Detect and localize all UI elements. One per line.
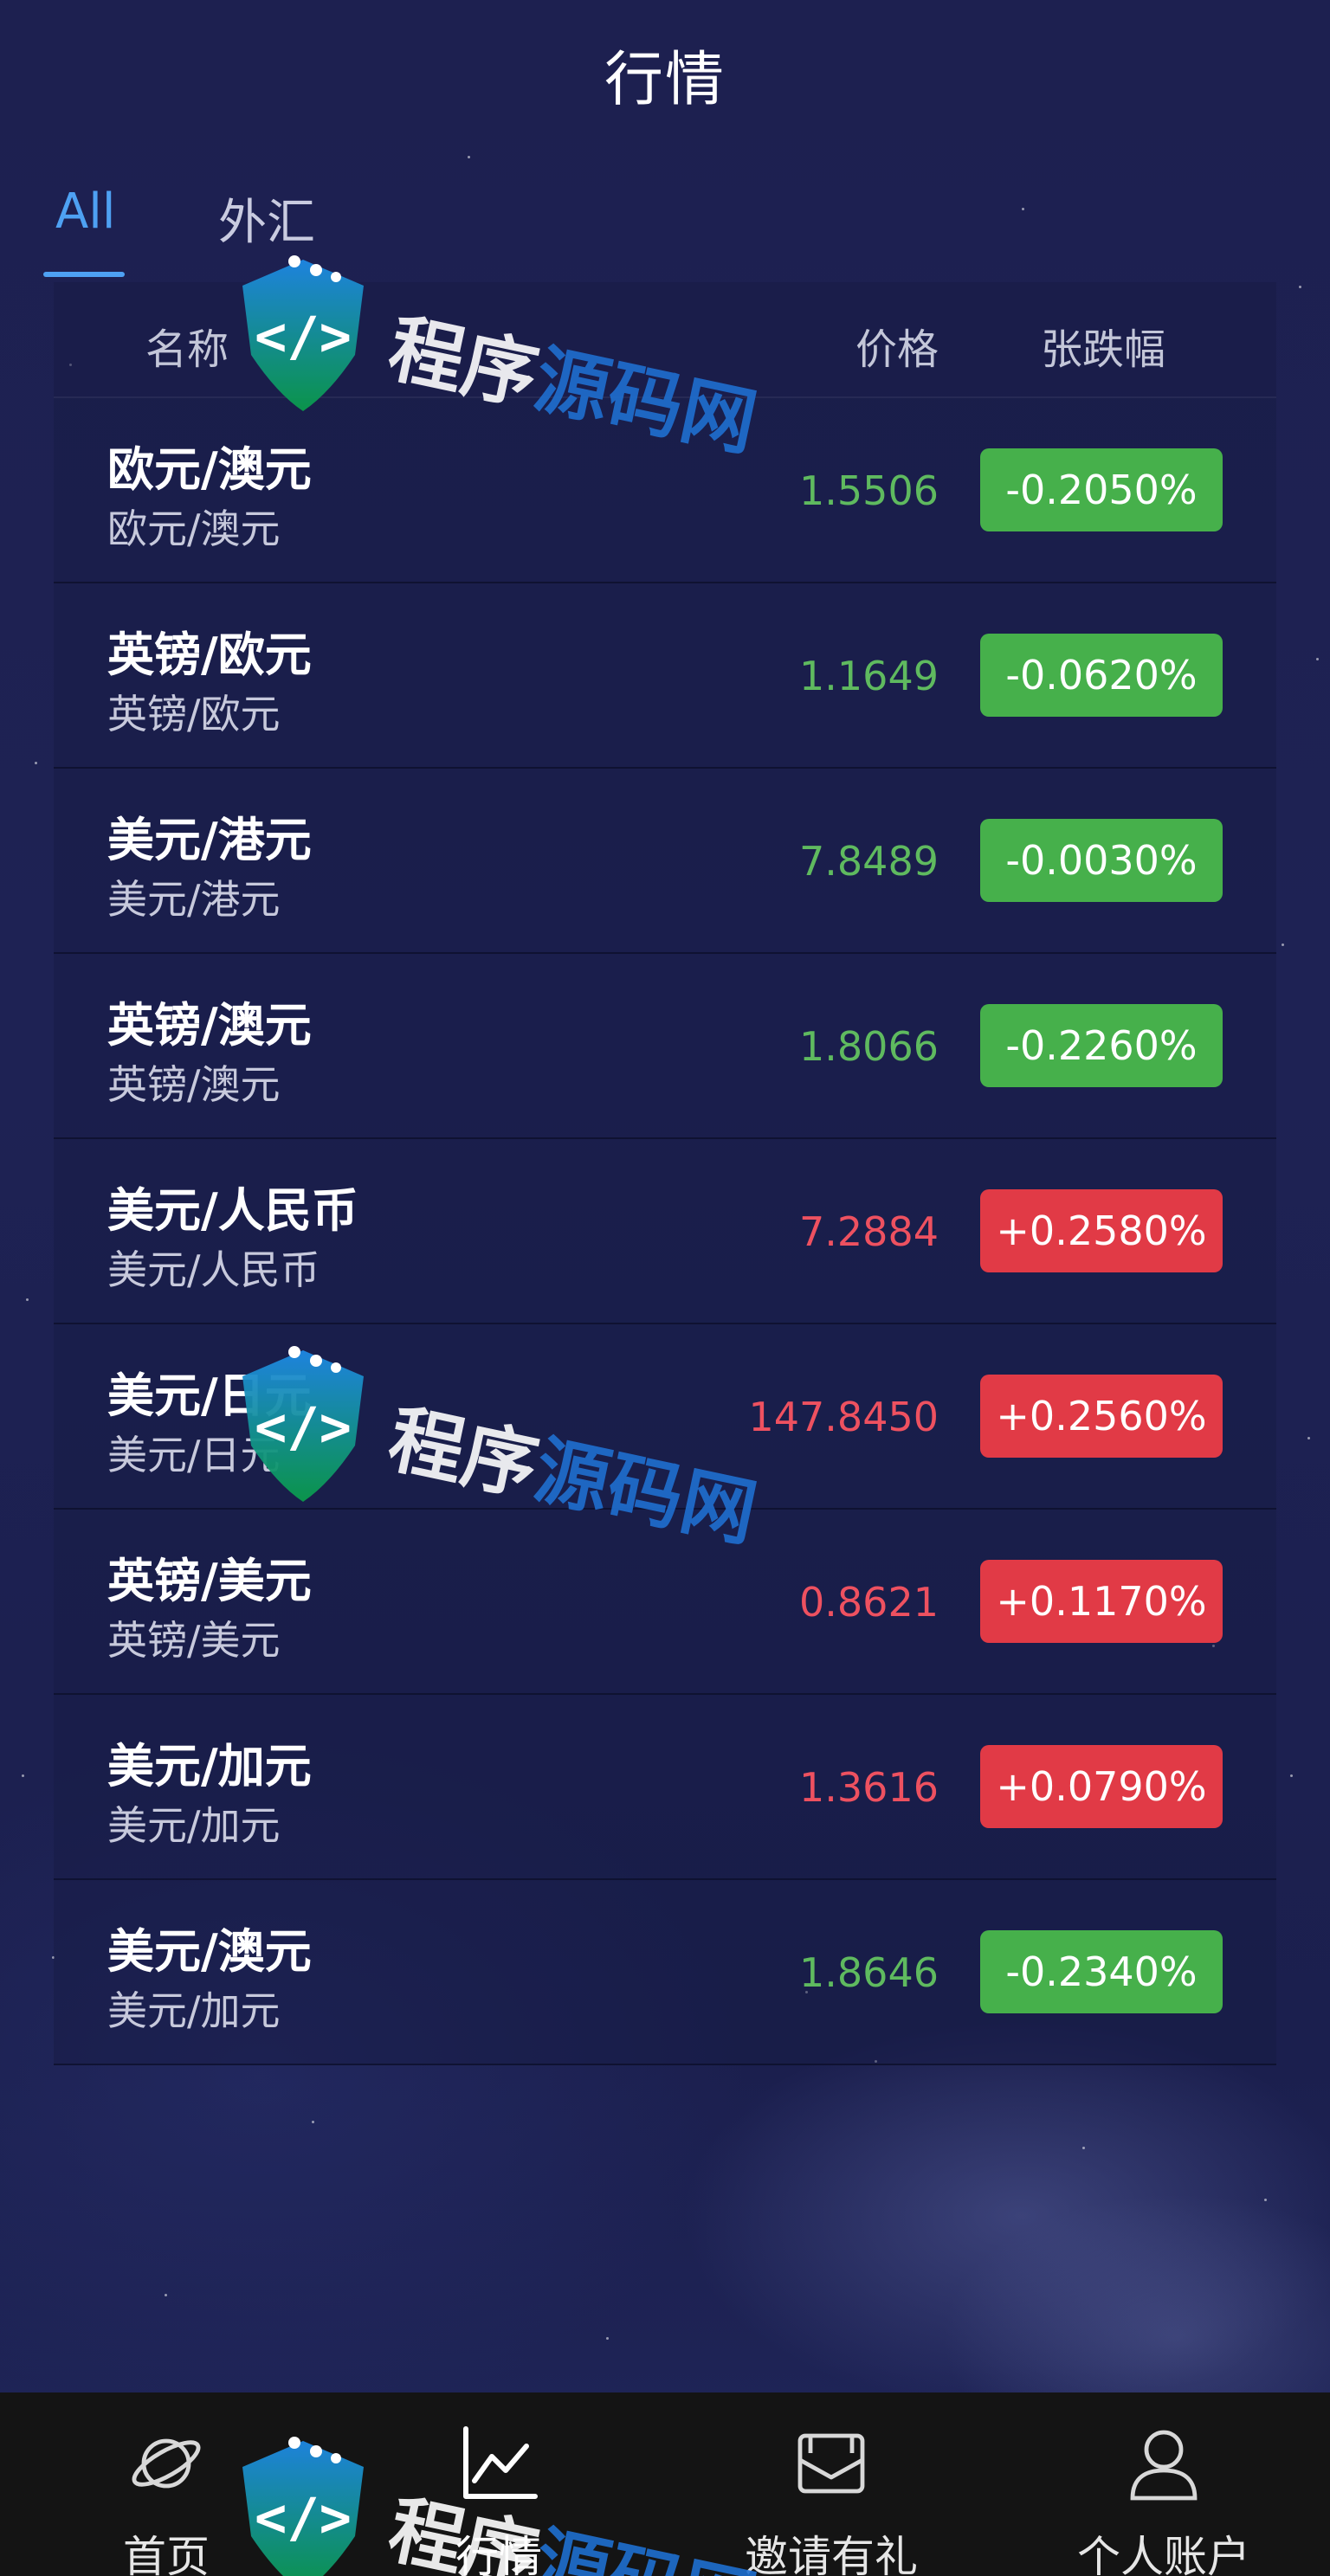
star-dot <box>1316 658 1319 660</box>
star-dot <box>1082 2147 1085 2149</box>
pair-subtitle: 美元/加元 <box>107 1802 281 1849</box>
star-dot <box>606 2337 609 2340</box>
tabbar-item-home[interactable]: 首页 <box>0 2392 332 2576</box>
tabbar-label-market: 行情 <box>455 2532 542 2576</box>
pair-name: 美元/人民币 <box>107 1183 358 1238</box>
tabbar-item-invite[interactable]: 邀请有礼 <box>665 2392 998 2576</box>
table-row[interactable]: 美元/澳元美元/加元 1.8646 -0.2340% <box>54 1880 1276 2065</box>
pair-name: 美元/加元 <box>107 1739 312 1794</box>
envelope-icon <box>790 2422 873 2508</box>
star-dot <box>165 2294 167 2296</box>
pair-subtitle: 美元/日元 <box>107 1432 281 1478</box>
change-badge[interactable]: +0.1170% <box>980 1560 1223 1643</box>
star-dot <box>468 156 470 158</box>
star-dot <box>1299 286 1301 288</box>
pair-price: 147.8450 <box>748 1394 939 1440</box>
planet-icon <box>125 2422 208 2508</box>
chart-line-icon <box>457 2422 540 2508</box>
change-badge[interactable]: -0.0620% <box>980 634 1223 717</box>
pair-name: 欧元/澳元 <box>107 442 312 497</box>
table-body: 欧元/澳元 欧元/澳元 1.5506 -0.2050% 英镑/欧元 英镑/欧元 1.1649… <box>54 398 1276 2065</box>
pair-name: 英镑/澳元 <box>107 998 312 1053</box>
pair-subtitle: 美元/加元 <box>107 1987 281 2034</box>
pair-price: 1.8066 <box>799 1023 939 1070</box>
pair-name: 英镑/美元 <box>107 1554 312 1608</box>
star-dot <box>22 1774 24 1777</box>
tabbar-label-invite: 邀请有礼 <box>745 2532 918 2576</box>
table-row[interactable]: 英镑/澳元 英镑/澳元 1.8066 -0.2260% <box>54 954 1276 1139</box>
column-header-price: 价格 <box>855 325 939 374</box>
table-row[interactable]: 英镑/美元 英镑/美元 0.8621 +0.1170% <box>54 1510 1276 1695</box>
pair-name: 美元/港元 <box>107 813 312 867</box>
pair-name: 英镑/欧元 <box>107 628 312 682</box>
user-icon <box>1122 2422 1205 2508</box>
pair-price: 0.8621 <box>799 1579 939 1626</box>
pair-subtitle: 美元/人民币 <box>107 1246 320 1293</box>
change-badge[interactable]: -0.2050% <box>980 448 1223 531</box>
pair-price: 7.2884 <box>799 1208 939 1255</box>
page-title: 行情 <box>604 45 726 114</box>
star-dot <box>1307 1437 1310 1439</box>
table-header: 名称 价格 张跌幅 <box>54 282 1276 398</box>
tab-all[interactable]: All <box>55 184 115 240</box>
pair-price: 1.8646 <box>799 1949 939 1996</box>
star-dot <box>1282 943 1284 946</box>
pair-subtitle: 英镑/澳元 <box>107 1061 281 1108</box>
quotes-table: 名称 价格 张跌幅 欧元/澳元 欧元/澳元 1.5506 -0.2050% 英镑/欧元英… <box>54 282 1276 2065</box>
tabbar-item-market[interactable]: 行情 <box>332 2392 665 2576</box>
table-row[interactable]: 美元/日元 美元/日元 147.8450 +0.2560% <box>54 1324 1276 1510</box>
change-badge[interactable]: -0.2340% <box>980 1930 1223 2013</box>
pair-subtitle: 英镑/美元 <box>107 1617 281 1664</box>
change-badge[interactable]: -0.2260% <box>980 1004 1223 1087</box>
bottom-tab-bar: 首页 行情 邀请有礼 个人账户 <box>0 2392 1330 2576</box>
star-dot <box>35 762 37 764</box>
pair-name: 美元/澳元 <box>107 1924 312 1979</box>
pair-subtitle: 欧元/澳元 <box>107 506 281 552</box>
table-row[interactable]: 美元/港元 美元/港元 7.8489 -0.0030% <box>54 769 1276 954</box>
table-row[interactable]: 美元/人民币 美元/人民币 7.2884 +0.2580% <box>54 1139 1276 1324</box>
page-header: 行情 <box>0 0 1330 147</box>
tabbar-label-home: 首页 <box>123 2532 210 2576</box>
star-dot <box>312 2121 314 2123</box>
change-badge[interactable]: +0.0790% <box>980 1745 1223 1828</box>
table-row[interactable]: 美元/加元 美元/加元 1.3616 +0.0790% <box>54 1695 1276 1880</box>
star-dot <box>26 1298 29 1301</box>
column-header-name: 名称 <box>145 325 229 374</box>
change-badge[interactable]: +0.2580% <box>980 1189 1223 1272</box>
pair-price: 7.8489 <box>799 838 939 885</box>
table-row[interactable]: 英镑/欧元 英镑/欧元 1.1649 -0.0620% <box>54 583 1276 769</box>
star-dot <box>1290 1774 1293 1777</box>
pair-name: 美元/日元 <box>107 1368 312 1423</box>
column-header-change: 张跌幅 <box>1040 325 1165 374</box>
change-badge[interactable]: +0.2560% <box>980 1375 1223 1458</box>
category-tabs: All 外汇 <box>43 173 1287 286</box>
pair-subtitle: 英镑/欧元 <box>107 691 281 737</box>
table-row[interactable]: 欧元/澳元 欧元/澳元 1.5506 -0.2050% <box>54 398 1276 583</box>
pair-subtitle: 美元/港元 <box>107 876 281 923</box>
pair-price: 1.1649 <box>799 653 939 699</box>
change-badge[interactable]: -0.0030% <box>980 819 1223 902</box>
pair-price: 1.5506 <box>799 467 939 514</box>
active-tab-indicator <box>43 272 125 277</box>
pair-price: 1.3616 <box>799 1764 939 1811</box>
tab-forex[interactable]: 外汇 <box>218 184 315 254</box>
star-dot <box>1264 2199 1267 2201</box>
tabbar-item-account[interactable]: 个人账户 <box>998 2392 1330 2576</box>
tabbar-label-account: 个人账户 <box>1077 2532 1250 2576</box>
